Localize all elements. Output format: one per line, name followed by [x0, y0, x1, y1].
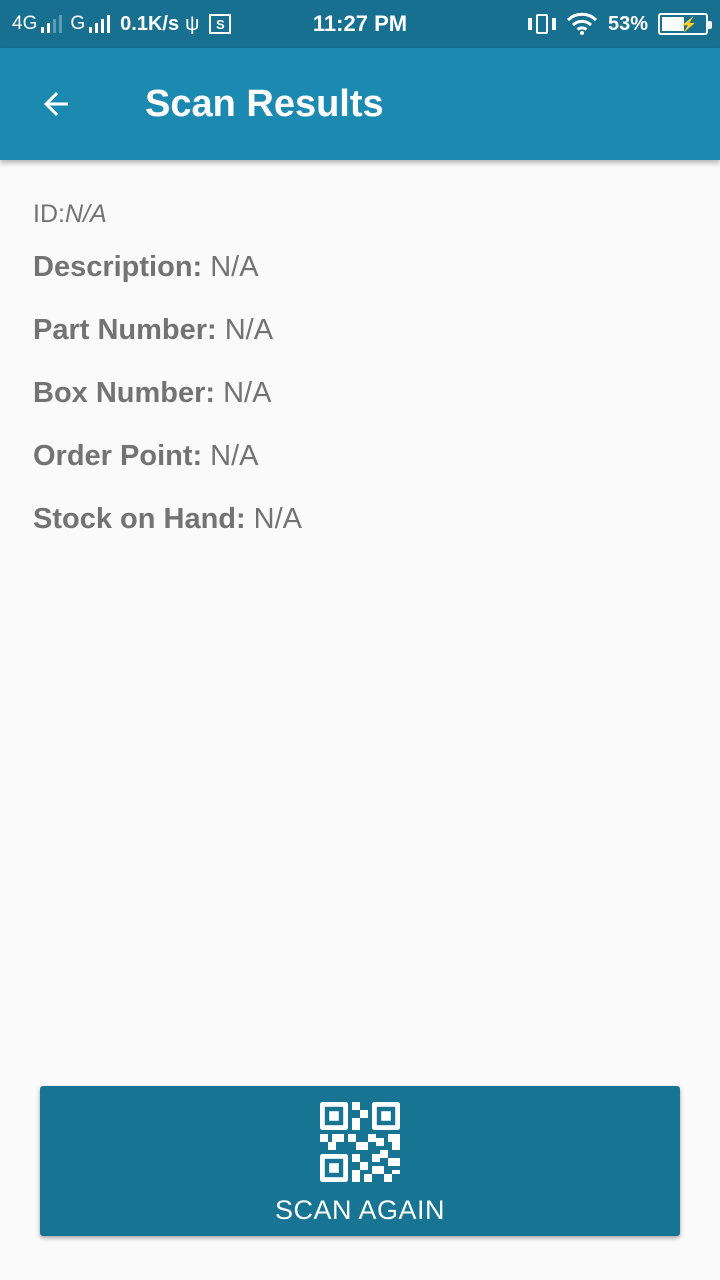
part-number-row: Part Number: N/A [33, 299, 693, 362]
scan-again-label: SCAN AGAIN [274, 1195, 446, 1225]
description-row: Description: N/A [33, 236, 693, 299]
arrow-back-icon [44, 92, 68, 116]
id-value: N/A [64, 200, 107, 228]
stock-on-hand-value: N/A [253, 503, 303, 535]
stock-on-hand-row: Stock on Hand: N/A [33, 488, 693, 551]
battery-percent: 53% [607, 12, 648, 35]
battery-icon: ⚡ [658, 13, 712, 35]
part-number-value: N/A [224, 314, 274, 346]
back-button[interactable] [24, 72, 88, 136]
wifi-icon [566, 12, 598, 35]
box-number-label: Box Number: [33, 377, 216, 409]
description-value: N/A [210, 251, 259, 283]
page-title: Scan Results [145, 83, 384, 125]
stock-on-hand-label: Stock on Hand: [33, 503, 246, 535]
description-label: Description: [33, 251, 203, 283]
id-label: ID: [33, 200, 65, 228]
status-bar: 4G G 0.1K/s ψ S 11:27 PM 53% ⚡ [0, 0, 720, 48]
box-number-row: Box Number: N/A [33, 362, 693, 425]
box-number-value: N/A [223, 377, 272, 409]
order-point-label: Order Point: [33, 440, 203, 472]
vibrate-icon [527, 12, 556, 36]
scan-again-button[interactable]: SCAN AGAIN [40, 1086, 680, 1236]
order-point-row: Order Point: N/A [33, 425, 693, 488]
part-number-label: Part Number: [33, 314, 217, 346]
app-bar: Scan Results [0, 48, 720, 160]
order-point-value: N/A [210, 440, 259, 472]
status-bar-right: 53% ⚡ [527, 0, 712, 48]
scan-details: ID:N/A Description: N/A Part Number: N/A B… [33, 192, 693, 551]
qr-code-icon [320, 1102, 400, 1182]
id-row: ID:N/A [33, 192, 693, 236]
